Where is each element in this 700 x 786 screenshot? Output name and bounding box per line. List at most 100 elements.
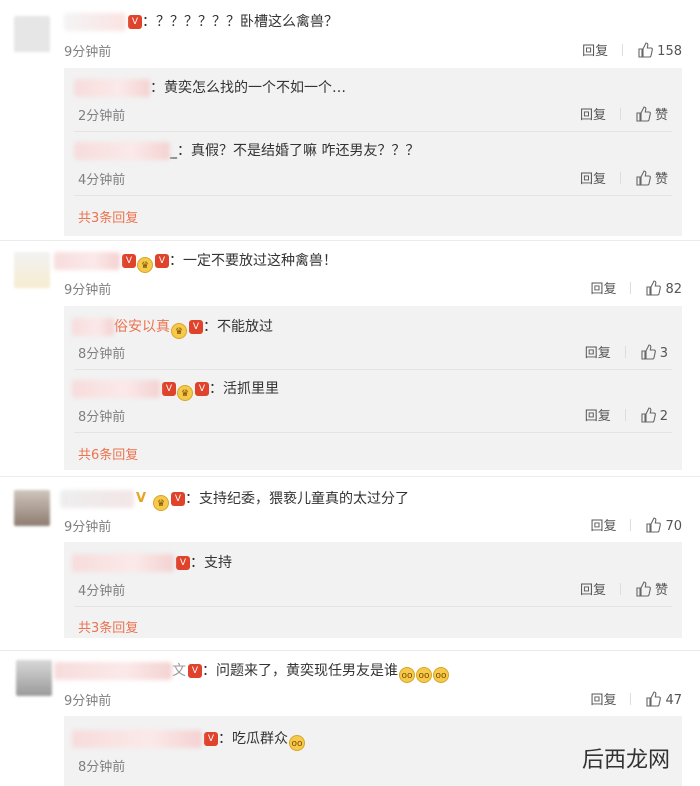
reply-button[interactable]: 回复	[580, 172, 606, 187]
comment-header: 文 V ：问题来了，黄奕现任男友是谁 oo oo oo	[54, 660, 449, 683]
like-button[interactable]: 47	[645, 691, 682, 708]
avatar[interactable]	[14, 252, 50, 288]
like-button[interactable]: 3	[640, 344, 668, 361]
username[interactable]	[72, 729, 202, 748]
username[interactable]	[72, 379, 160, 398]
like-count: 2	[659, 409, 668, 424]
glasses-emoji-icon: oo	[289, 735, 305, 751]
comment-time: 9分钟前	[64, 694, 112, 709]
more-replies-link[interactable]: 共6条回复	[78, 444, 138, 463]
vip-badge-icon: V	[128, 14, 142, 29]
avatar[interactable]	[14, 16, 50, 52]
thumb-up-icon	[636, 106, 651, 122]
gold-v-badge-icon: V	[136, 490, 147, 506]
more-replies-link[interactable]: 共3条回复	[78, 617, 138, 636]
username[interactable]	[72, 317, 114, 336]
like-count: 82	[665, 282, 682, 297]
watermark-logo: 后西龙网	[582, 742, 670, 774]
comment-actions: 回复 47	[590, 689, 682, 708]
divider	[619, 172, 621, 184]
reply-text: ：不能放过	[203, 319, 273, 335]
comment-time: 9分钟前	[64, 283, 112, 298]
reply-text: ：吃瓜群众	[218, 731, 288, 747]
vip-badge-icon: V	[176, 555, 190, 570]
reply-actions: 回复 赞	[580, 579, 668, 598]
comment-1: V ：？？？？？？卧槽这么禽兽？ 9分钟前 回复 158 ：黄奕怎么找的一个不如一个…	[0, 0, 700, 238]
reply-button[interactable]: 回复	[580, 583, 606, 598]
replies-box: 俗安以真 ♛V ：不能放过 8分钟前 回复 3 V♛V ：活抓里里 8分钟前 回复 2 共…	[64, 306, 682, 470]
crown-emoji-icon: ♛	[171, 323, 187, 339]
reply-time: 4分钟前	[78, 584, 126, 599]
username-tail: 文	[172, 663, 186, 679]
comment-time: 9分钟前	[64, 45, 112, 60]
glasses-emoji-icon: oo	[416, 667, 432, 683]
reply-button[interactable]: 回复	[585, 409, 611, 424]
reply-button[interactable]: 回复	[590, 693, 616, 708]
reply-time: 2分钟前	[78, 109, 126, 124]
avatar[interactable]	[14, 490, 50, 526]
like-button[interactable]: 70	[645, 517, 682, 534]
comment-2: V♛V ：一定不要放过这种禽兽！ 9分钟前 回复 82 俗安以真 ♛V ：不能放过 8分…	[0, 244, 700, 474]
reply-button[interactable]: 回复	[585, 346, 611, 361]
divider	[622, 44, 624, 56]
username[interactable]	[74, 78, 150, 97]
username[interactable]	[54, 251, 120, 270]
reply-name-tail: 俗安以真	[114, 319, 170, 335]
vip-badge-icon: V	[188, 663, 202, 678]
username[interactable]	[60, 489, 134, 508]
username[interactable]	[54, 661, 172, 680]
thumb-up-icon	[646, 517, 662, 533]
reply-actions: 回复 2	[585, 405, 668, 424]
avatar[interactable]	[16, 660, 52, 696]
divider	[624, 409, 626, 421]
like-count: 3	[659, 346, 668, 361]
replies-box: V ：支持 4分钟前 回复 赞 共3条回复	[64, 542, 682, 638]
divider	[619, 108, 621, 120]
like-button[interactable]: 2	[640, 407, 668, 424]
vip-badge-icon: V	[195, 381, 209, 396]
reply-button[interactable]: 回复	[582, 44, 608, 59]
vip-badge-icon: V	[171, 491, 185, 506]
divider	[630, 282, 632, 294]
reply-button[interactable]: 回复	[590, 519, 616, 534]
more-replies-link[interactable]: 共3条回复	[78, 207, 138, 226]
reply-header: V ：吃瓜群众 oo	[72, 728, 305, 751]
comment-text: ：？？？？？？卧槽这么禽兽？	[142, 14, 338, 30]
like-label: 赞	[654, 583, 668, 598]
reply-actions: 回复 3	[585, 342, 668, 361]
reply-time: 4分钟前	[78, 173, 126, 188]
reply-header: 俗安以真 ♛V ：不能放过	[72, 316, 273, 339]
vip-badge-icon: V	[204, 731, 218, 746]
like-button[interactable]: 赞	[635, 170, 668, 187]
like-label: 赞	[654, 172, 668, 187]
comment-actions: 回复 82	[590, 278, 682, 297]
comment-header: V♛V ：一定不要放过这种禽兽！	[54, 250, 337, 273]
like-count: 70	[665, 519, 682, 534]
reply-time: 8分钟前	[78, 760, 126, 775]
reply-time: 8分钟前	[78, 347, 126, 362]
vip-badge-icon: V	[189, 319, 203, 334]
thumb-up-icon	[646, 280, 662, 296]
thumb-up-icon	[638, 42, 654, 58]
reply-header: V ：支持	[72, 552, 232, 572]
reply-button[interactable]: 回复	[580, 108, 606, 123]
username[interactable]	[64, 12, 126, 31]
like-button[interactable]: 158	[637, 42, 682, 59]
vip-badge-icon: V	[162, 381, 176, 396]
reply-button[interactable]: 回复	[590, 282, 616, 297]
like-count: 158	[657, 44, 682, 59]
crown-emoji-icon: ♛	[177, 385, 193, 401]
glasses-emoji-icon: oo	[433, 667, 449, 683]
like-button[interactable]: 赞	[635, 581, 668, 598]
username[interactable]	[74, 141, 170, 160]
username[interactable]	[72, 553, 174, 572]
divider	[630, 519, 632, 531]
reply-text: ：黄奕怎么找的一个不如一个…	[150, 80, 346, 96]
like-button[interactable]: 82	[645, 280, 682, 297]
like-button[interactable]: 赞	[635, 106, 668, 123]
crown-emoji-icon: ♛	[137, 257, 153, 273]
divider	[0, 476, 700, 477]
divider	[630, 693, 632, 705]
reply-text: ：活抓里里	[209, 381, 279, 397]
thumb-up-icon	[646, 691, 662, 707]
